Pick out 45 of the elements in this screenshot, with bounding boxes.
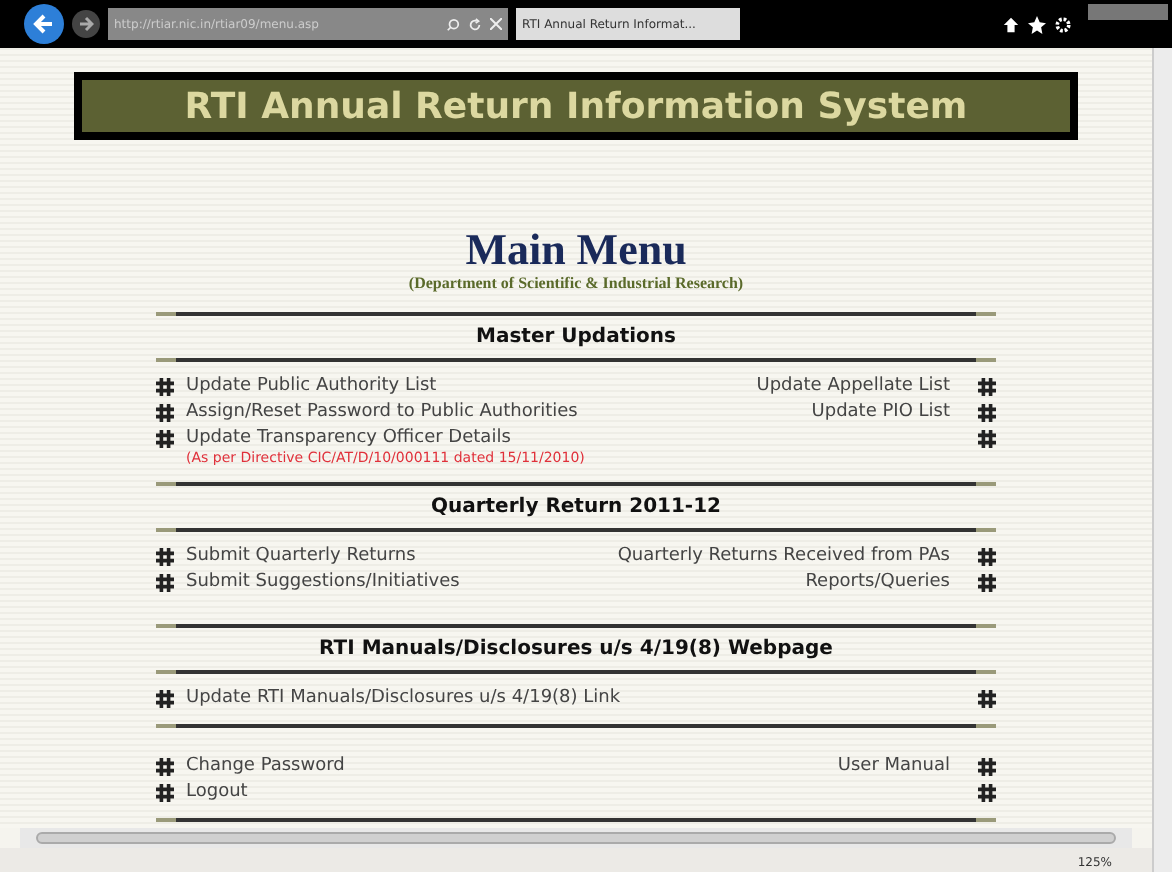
- menu-link[interactable]: Reports/Queries: [805, 572, 950, 594]
- menu-link[interactable]: Update Public Authority List: [186, 376, 437, 398]
- back-button[interactable]: [24, 4, 64, 44]
- ornament-icon: [156, 574, 174, 592]
- menu-link[interactable]: Update RTI Manuals/Disclosures u/s 4/19(8) Link: [186, 688, 621, 710]
- ornament-icon: [156, 430, 174, 448]
- ornament-icon: [978, 430, 996, 448]
- banner-title: RTI Annual Return Information System: [184, 83, 968, 131]
- section-heading: RTI Manuals/Disclosures u/s 4/19(8) Webpage: [319, 636, 833, 664]
- refresh-icon[interactable]: [468, 17, 482, 31]
- menu-link[interactable]: Submit Suggestions/Initiatives: [186, 572, 460, 594]
- back-arrow-icon: [32, 12, 56, 36]
- ornament-icon: [978, 404, 996, 422]
- section-heading: Master Updations: [476, 324, 676, 352]
- star-icon[interactable]: [1028, 15, 1046, 33]
- home-icon[interactable]: [1002, 15, 1020, 33]
- ornament-icon: [978, 378, 996, 396]
- menu-link[interactable]: User Manual: [837, 756, 950, 778]
- ornament-icon: [156, 758, 174, 776]
- menu-link[interactable]: Logout: [186, 782, 248, 804]
- forward-button[interactable]: [72, 10, 100, 38]
- menu-link[interactable]: Update PIO List: [811, 402, 950, 424]
- ornament-icon: [978, 784, 996, 802]
- menu-link[interactable]: Submit Quarterly Returns: [186, 546, 416, 568]
- ornament-icon: [156, 404, 174, 422]
- ornament-icon: [156, 548, 174, 566]
- menu-link[interactable]: Quarterly Returns Received from PAs: [617, 546, 950, 568]
- page-title: Main Menu: [465, 228, 687, 272]
- ornament-icon: [978, 574, 996, 592]
- menu-link[interactable]: Assign/Reset Password to Public Authorities: [186, 402, 578, 424]
- ornament-icon: [156, 784, 174, 802]
- page-subtitle: (Department of Scientific & Industrial Research): [408, 272, 744, 296]
- search-icon[interactable]: [446, 17, 460, 31]
- ornament-icon: [978, 548, 996, 566]
- menu-link[interactable]: Change Password: [186, 756, 345, 778]
- ornament-icon: [978, 758, 996, 776]
- menu-link[interactable]: Update Appellate List: [756, 376, 950, 398]
- forward-arrow-icon: [78, 16, 94, 32]
- section-heading: Quarterly Return 2011-12: [430, 494, 722, 522]
- settings-icon[interactable]: [1054, 15, 1072, 33]
- ornament-icon: [156, 690, 174, 708]
- ornament-icon: [156, 378, 174, 396]
- menu-link[interactable]: Update Transparency Officer Details: [186, 428, 585, 450]
- close-icon[interactable]: [490, 18, 502, 30]
- ornament-icon: [978, 690, 996, 708]
